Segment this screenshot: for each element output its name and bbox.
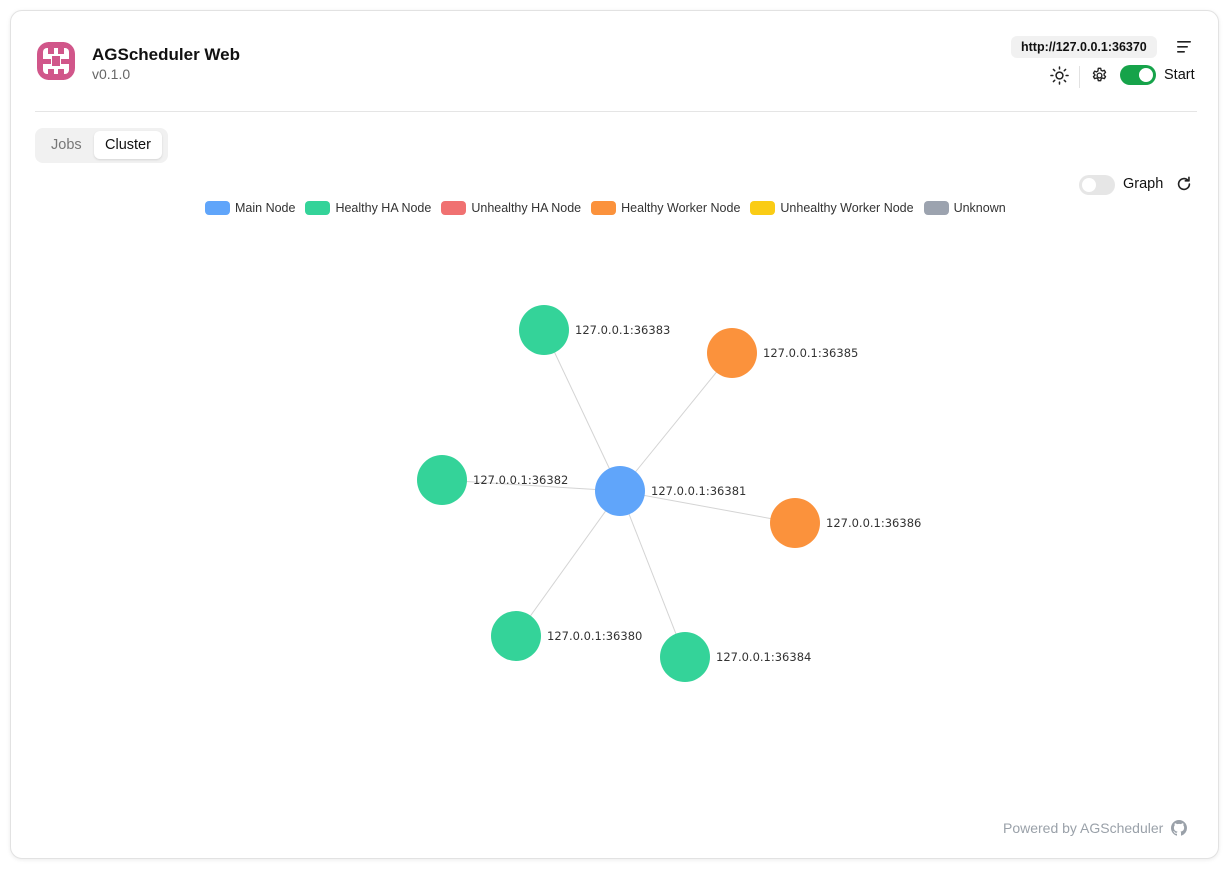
graph-edge (543, 329, 621, 492)
graph-node-label: 127.0.0.1:36382 (473, 473, 568, 487)
github-icon[interactable] (1171, 820, 1188, 836)
footer: Powered by AGScheduler (1003, 820, 1188, 836)
graph-node-label: 127.0.0.1:36383 (575, 323, 670, 337)
graph-node-label: 127.0.0.1:36384 (716, 650, 811, 664)
graph-node[interactable] (770, 498, 820, 548)
graph-edge (515, 490, 621, 637)
graph-node[interactable] (707, 328, 757, 378)
graph-node[interactable] (491, 611, 541, 661)
graph-node[interactable] (417, 455, 467, 505)
graph-node[interactable] (519, 305, 569, 355)
graph-node-label: 127.0.0.1:36381 (651, 484, 746, 498)
graph-node-label: 127.0.0.1:36380 (547, 629, 642, 643)
footer-text: Powered by AGScheduler (1003, 820, 1164, 836)
cluster-graph: 127.0.0.1:36381 127.0.0.1:36383 127.0.0.1:… (417, 305, 921, 682)
graph-node-label: 127.0.0.1:36385 (763, 346, 858, 360)
graph-node[interactable] (595, 466, 645, 516)
graph-node[interactable] (660, 632, 710, 682)
main-card: AGScheduler Web v0.1.0 http://127.0.0.1:… (10, 10, 1219, 859)
graph-edge (619, 352, 733, 492)
graph-node-label: 127.0.0.1:36386 (826, 516, 921, 530)
